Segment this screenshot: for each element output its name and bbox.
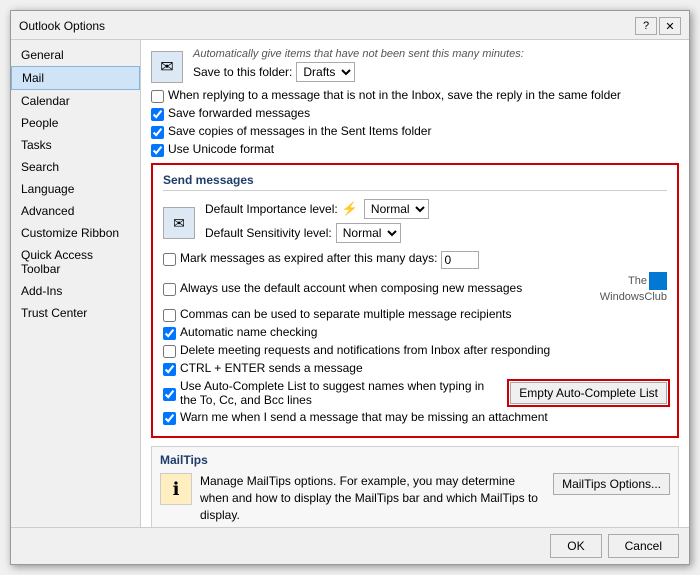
title-bar: Outlook Options ? ✕ — [11, 11, 689, 40]
sidebar-item-quick-access[interactable]: Quick Access Toolbar — [11, 244, 140, 280]
default-sensitivity-field: Default Sensitivity level: Normal — [205, 223, 429, 243]
mark-expired-row: Mark messages as expired after this many… — [163, 251, 667, 269]
save-forwarded-row: Save forwarded messages — [151, 106, 679, 121]
save-forwarded-label: Save forwarded messages — [168, 106, 310, 120]
importance-dropdown[interactable]: Normal — [364, 199, 429, 219]
mailtips-title: MailTips — [160, 453, 670, 467]
title-bar-controls: ? ✕ — [635, 17, 681, 35]
sidebar-item-customize-ribbon[interactable]: Customize Ribbon — [11, 222, 140, 244]
delete-meeting-label: Delete meeting requests and notification… — [180, 343, 550, 357]
dialog-footer: OK Cancel — [11, 527, 689, 564]
ctrl-enter-checkbox[interactable] — [163, 363, 176, 376]
always-default-row: Always use the default account when comp… — [163, 272, 667, 304]
autocomplete-label: Use Auto-Complete List to suggest names … — [180, 379, 498, 407]
auto-give-items-text: Automatically give items that have not b… — [193, 48, 679, 60]
watermark: The WindowsClub — [600, 272, 667, 304]
autocomplete-row: Use Auto-Complete List to suggest names … — [163, 379, 667, 407]
delete-meeting-row: Delete meeting requests and notification… — [163, 343, 667, 358]
always-default-label: Always use the default account when comp… — [180, 281, 588, 295]
mark-expired-input[interactable] — [441, 251, 479, 269]
importance-icon: ⚡ — [342, 201, 358, 217]
reply-not-inbox-label: When replying to a message that is not i… — [168, 88, 621, 102]
send-messages-title: Send messages — [163, 173, 667, 191]
sidebar-item-add-ins[interactable]: Add-Ins — [11, 280, 140, 302]
warn-missing-row: Warn me when I send a message that may b… — [163, 410, 667, 425]
ctrl-enter-row: CTRL + ENTER sends a message — [163, 361, 667, 376]
save-copies-label: Save copies of messages in the Sent Item… — [168, 124, 431, 138]
auto-name-checkbox[interactable] — [163, 327, 176, 340]
save-to-folder-row: Save to this folder: Drafts — [193, 62, 679, 82]
warn-missing-checkbox[interactable] — [163, 412, 176, 425]
outlook-options-dialog: Outlook Options ? ✕ General Mail Calenda… — [10, 10, 690, 565]
mailtips-icon: ℹ — [160, 473, 192, 505]
sidebar-item-mail[interactable]: Mail — [11, 66, 140, 90]
use-unicode-checkbox[interactable] — [151, 144, 164, 157]
main-content: ✉ Automatically give items that have not… — [141, 40, 689, 527]
envelope-icon: ✉ — [163, 207, 195, 239]
sensitivity-label: Default Sensitivity level: — [205, 226, 332, 240]
save-to-dropdown[interactable]: Drafts — [296, 62, 355, 82]
reply-not-inbox-row: When replying to a message that is not i… — [151, 88, 679, 103]
mark-expired-checkbox[interactable] — [163, 253, 176, 266]
save-copies-row: Save copies of messages in the Sent Item… — [151, 124, 679, 139]
dialog-body: General Mail Calendar People Tasks Searc… — [11, 40, 689, 527]
empty-autocomplete-button[interactable]: Empty Auto-Complete List — [510, 382, 667, 404]
default-importance-field: Default Importance level: ⚡ Normal — [205, 199, 429, 219]
help-button[interactable]: ? — [635, 17, 657, 35]
commas-row: Commas can be used to separate multiple … — [163, 307, 667, 322]
dialog-title: Outlook Options — [19, 19, 105, 33]
save-to-label: Save to this folder: — [193, 65, 292, 79]
mailtips-row: ℹ Manage MailTips options. For example, … — [160, 473, 670, 523]
mail-icon: ✉ — [151, 51, 183, 83]
save-forwarded-checkbox[interactable] — [151, 108, 164, 121]
ctrl-enter-label: CTRL + ENTER sends a message — [180, 361, 363, 375]
mailtips-description: Manage MailTips options. For example, yo… — [200, 473, 545, 523]
mailtips-options-button[interactable]: MailTips Options... — [553, 473, 670, 495]
use-unicode-label: Use Unicode format — [168, 142, 274, 156]
importance-row: ✉ Default Importance level: ⚡ Normal Def… — [163, 199, 667, 247]
autocomplete-checkbox[interactable] — [163, 388, 176, 401]
use-unicode-row: Use Unicode format — [151, 142, 679, 157]
sidebar: General Mail Calendar People Tasks Searc… — [11, 40, 141, 527]
save-to-fields: Automatically give items that have not b… — [193, 48, 679, 86]
sensitivity-dropdown[interactable]: Normal — [336, 223, 401, 243]
commas-label: Commas can be used to separate multiple … — [180, 307, 512, 321]
save-to-row: ✉ Automatically give items that have not… — [151, 48, 679, 86]
sidebar-item-trust-center[interactable]: Trust Center — [11, 302, 140, 324]
send-messages-section: Send messages ✉ Default Importance level… — [151, 163, 679, 438]
sidebar-item-general[interactable]: General — [11, 44, 140, 66]
warn-missing-label: Warn me when I send a message that may b… — [180, 410, 548, 424]
sidebar-item-language[interactable]: Language — [11, 178, 140, 200]
importance-fields: Default Importance level: ⚡ Normal Defau… — [205, 199, 429, 247]
top-section: ✉ Automatically give items that have not… — [151, 48, 679, 157]
sidebar-item-people[interactable]: People — [11, 112, 140, 134]
auto-name-label: Automatic name checking — [180, 325, 317, 339]
delete-meeting-checkbox[interactable] — [163, 345, 176, 358]
auto-name-row: Automatic name checking — [163, 325, 667, 340]
importance-label: Default Importance level: — [205, 202, 338, 216]
sidebar-item-search[interactable]: Search — [11, 156, 140, 178]
cancel-button[interactable]: Cancel — [608, 534, 679, 558]
close-button[interactable]: ✕ — [659, 17, 681, 35]
always-default-checkbox[interactable] — [163, 283, 176, 296]
commas-checkbox[interactable] — [163, 309, 176, 322]
sidebar-item-advanced[interactable]: Advanced — [11, 200, 140, 222]
mailtips-section: MailTips ℹ Manage MailTips options. For … — [151, 446, 679, 527]
sidebar-item-calendar[interactable]: Calendar — [11, 90, 140, 112]
ok-button[interactable]: OK — [550, 534, 601, 558]
reply-not-inbox-checkbox[interactable] — [151, 90, 164, 103]
save-copies-checkbox[interactable] — [151, 126, 164, 139]
sidebar-item-tasks[interactable]: Tasks — [11, 134, 140, 156]
mark-expired-label: Mark messages as expired after this many… — [180, 251, 437, 265]
